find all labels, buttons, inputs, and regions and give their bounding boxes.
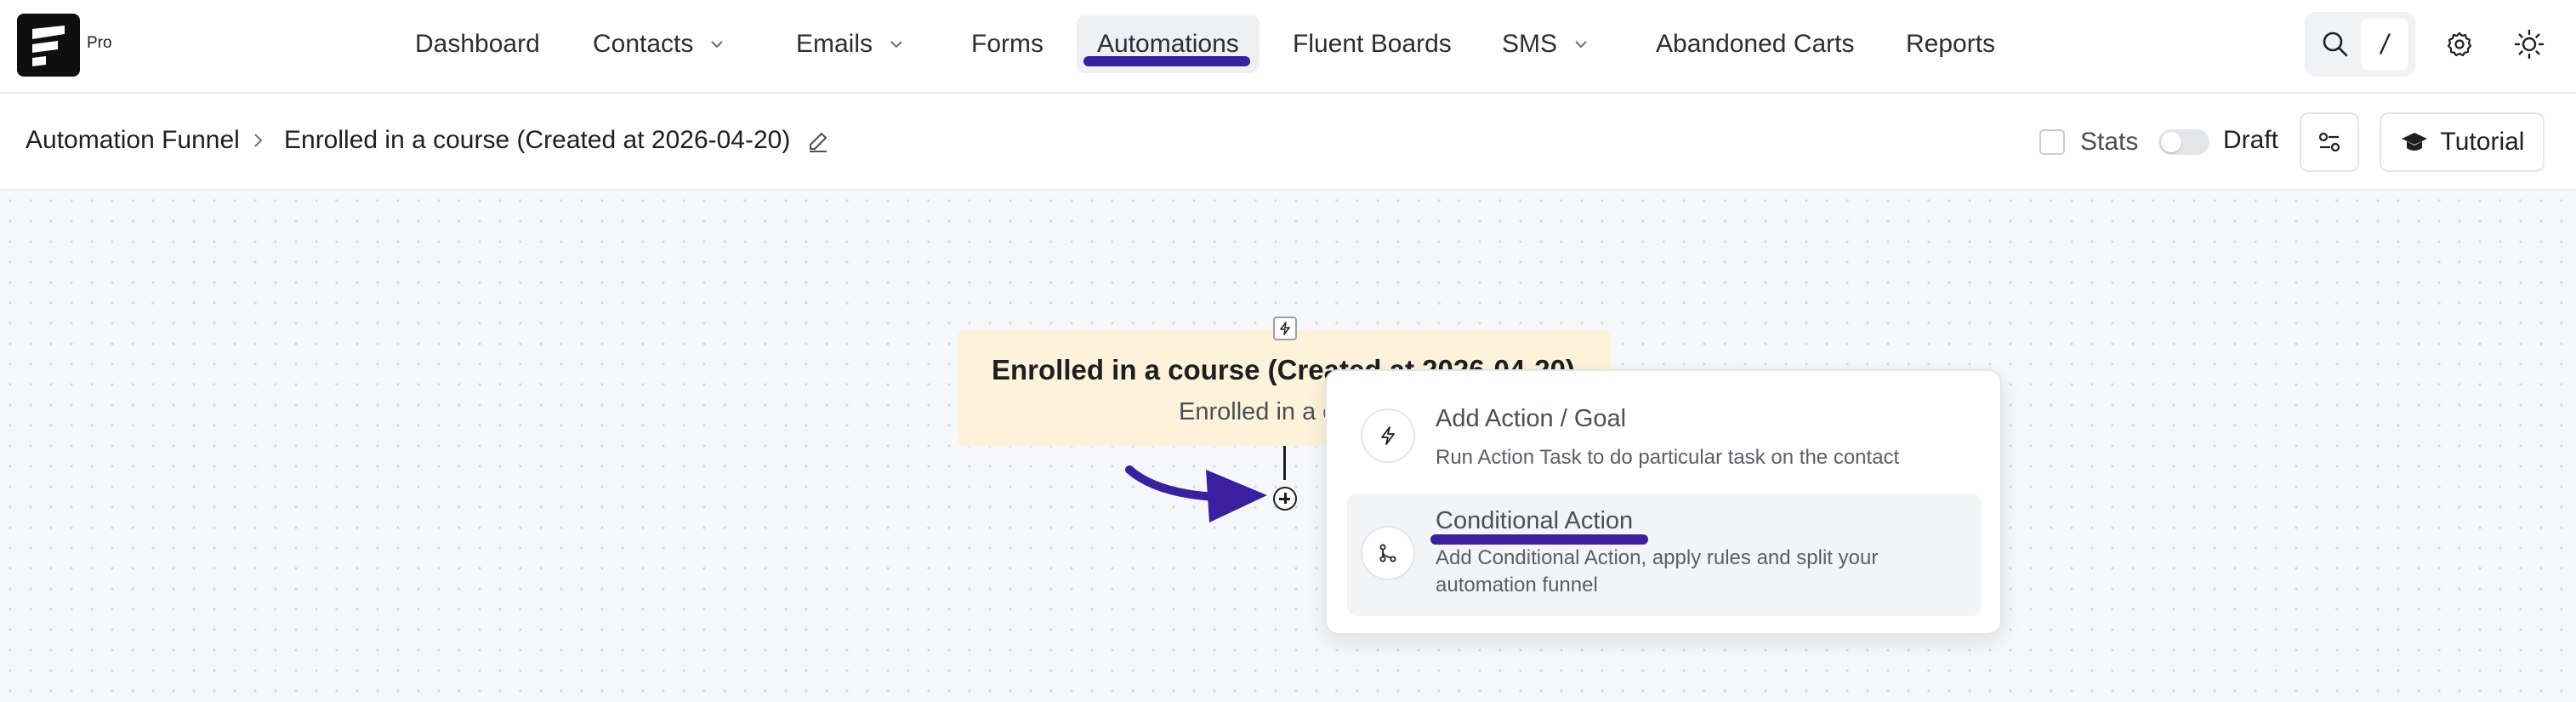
status-label: Draft [2223,126,2279,154]
breadcrumb-current: Enrolled in a course (Created at 2026-04… [284,126,791,154]
nav-label: Dashboard [415,30,540,58]
nav-label: Contacts [593,30,694,58]
nav-label: Automations [1097,30,1239,58]
menu-item-icon [1361,526,1415,580]
toggle-knob [2161,132,2181,152]
tutorial-button[interactable]: Tutorial [2380,112,2545,172]
highlight-underline [1430,534,1648,545]
menu-item-description: Run Action Task to do particular task on… [1436,446,1900,469]
nav-sms[interactable]: SMS [1502,15,1589,73]
bolt-icon [1280,322,1290,335]
add-step-button[interactable] [1273,487,1297,511]
nav-emails[interactable]: Emails [796,15,905,73]
menu-item-title: Add Action / Goal [1436,405,1627,432]
highlight-underline [1083,56,1250,66]
theme-toggle-button[interactable] [2504,19,2555,70]
nav-dashboard[interactable]: Dashboard [415,15,540,73]
menu-item-icon [1361,408,1415,463]
search-button[interactable] [2312,19,2359,70]
nav-reports[interactable]: Reports [1906,15,1995,73]
stats-label: Stats [2080,128,2139,156]
search-shortcut-key: / [2361,19,2408,70]
tutorial-label: Tutorial [2440,128,2525,156]
search-icon [2323,31,2348,57]
pencil-icon[interactable] [806,129,830,153]
status-toggle[interactable] [2158,129,2209,155]
annotation-arrow [1125,465,1267,522]
connector-line [1283,446,1286,480]
menu-item-add-action[interactable]: Add Action / Goal Run Action Task to do … [1347,390,1982,483]
brand-tag: Pro [87,34,112,52]
nav-forms[interactable]: Forms [971,15,1043,73]
search-group: / [2305,12,2415,77]
gear-icon [2447,31,2472,57]
nav-label: Emails [796,30,873,58]
funnel-settings-button[interactable] [2300,112,2359,172]
nav-label: SMS [1502,30,1558,58]
top-navigation: Pro Dashboard Contacts Emails Forms Auto… [0,0,2576,94]
brand-logo[interactable] [17,14,80,77]
automation-canvas[interactable] [0,191,2576,702]
trigger-badge [1273,317,1297,340]
nav-label: Abandoned Carts [1656,30,1855,58]
chevron-right-icon [254,134,263,147]
sun-icon [2514,29,2545,60]
bolt-icon [1381,426,1395,445]
funnel-header: Automation Funnel Enrolled in a course (… [0,94,2576,191]
breadcrumb-root[interactable]: Automation Funnel [26,126,240,155]
sliders-icon [2318,132,2340,152]
nav-contacts[interactable]: Contacts [593,15,725,73]
settings-button[interactable] [2434,19,2485,70]
branch-icon [1379,544,1396,562]
nav-label: Reports [1906,30,1996,58]
chevron-down-icon [1575,41,1587,49]
chevron-down-icon [890,41,902,49]
add-step-menu: Add Action / Goal Run Action Task to do … [1325,369,2002,635]
nav-label: Forms [971,30,1043,58]
chevron-down-icon [711,41,724,49]
stats-checkbox[interactable] [2039,129,2065,155]
menu-item-conditional-action[interactable]: Conditional Action Add Conditional Actio… [1347,494,1982,616]
nav-abandoned-carts[interactable]: Abandoned Carts [1656,15,1855,73]
graduation-cap-icon [2401,133,2427,151]
nav-label: Fluent Boards [1293,30,1452,58]
menu-item-description: Add Conditional Action, apply rules and … [1436,546,1879,596]
menu-item-title: Conditional Action [1436,507,1634,534]
nav-fluent-boards[interactable]: Fluent Boards [1293,15,1452,73]
